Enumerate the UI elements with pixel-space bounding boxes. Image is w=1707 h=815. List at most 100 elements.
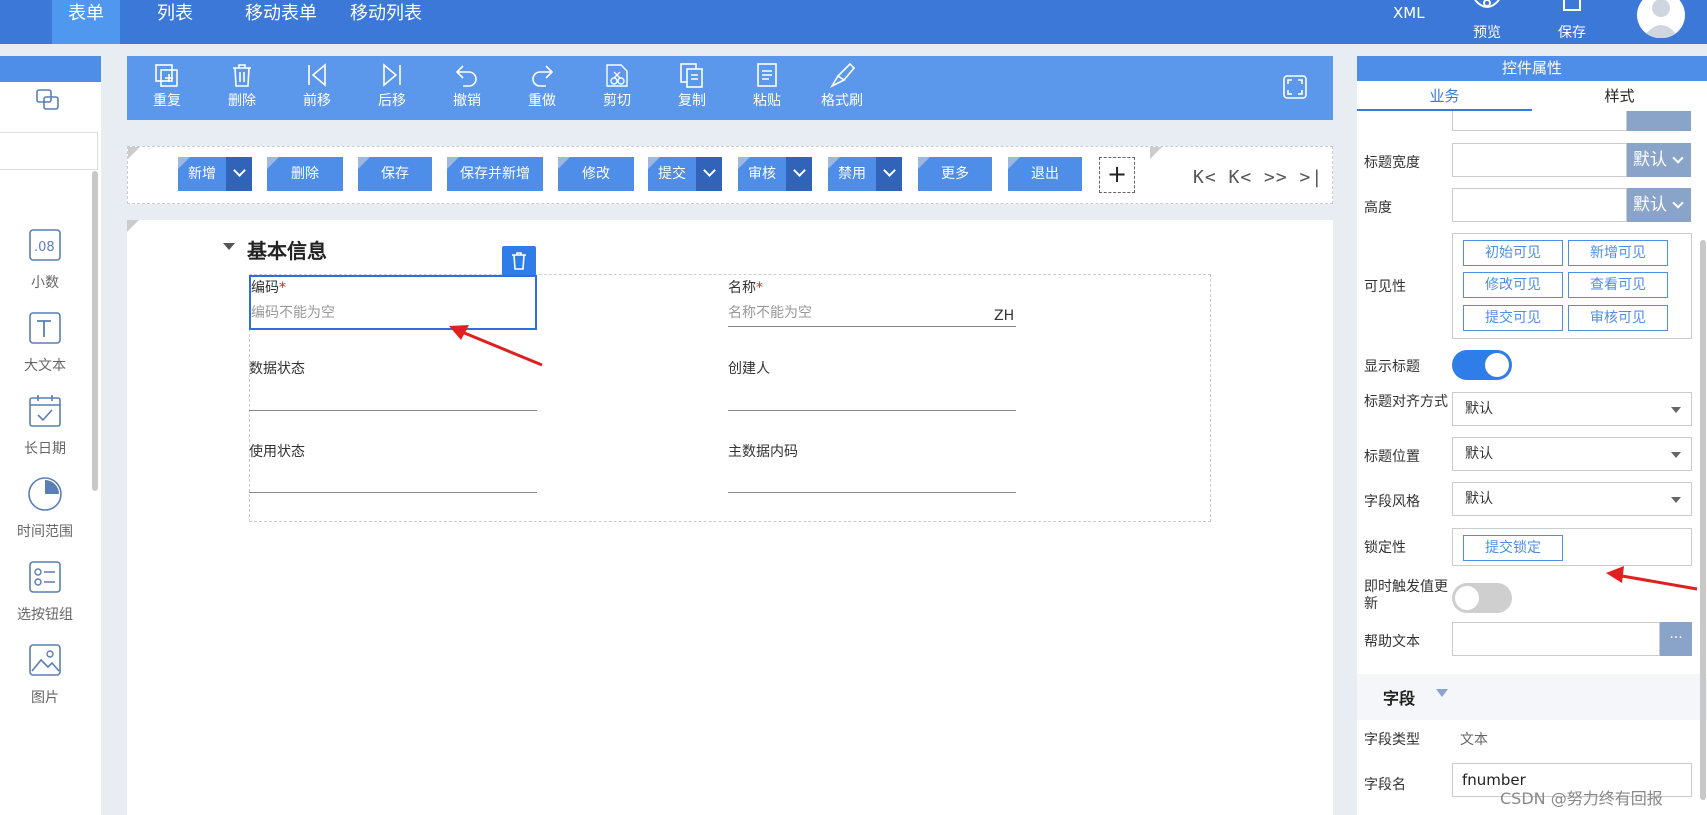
tab-form[interactable]: 表单 [52,0,120,44]
toolbar-label: 前移 [303,93,331,109]
visibility-modify[interactable]: 修改可见 [1463,272,1563,298]
height-input[interactable] [1452,188,1627,222]
redo-button[interactable]: 重做 [512,56,572,120]
submit-button[interactable]: 提交 [648,157,722,191]
corner-marker [178,157,190,169]
name-input[interactable]: 名称不能为空 [728,302,812,322]
undo-button[interactable]: 撤销 [437,56,497,120]
chevron-down-icon[interactable] [876,157,902,191]
watermark: CSDN @努力终有回报 [1500,789,1663,808]
repeat-button[interactable]: 重复 [137,56,197,120]
delete-action-button[interactable]: 删除 [267,157,343,191]
save-and-add-button[interactable]: 保存并新增 [447,157,543,191]
avatar[interactable] [1637,0,1685,38]
checkbox-group-icon [29,561,61,593]
corner-marker [828,157,840,169]
format-painter-button[interactable]: 格式刷 [812,56,872,120]
field-style-select[interactable]: 默认 [1452,482,1692,516]
pager[interactable]: K< K< >> >| [1193,167,1323,188]
delete-label: 删除 [291,166,319,182]
component-label: 小数 [31,275,59,291]
partial-input[interactable] [1452,111,1627,131]
component-panel: .08 小数 大文本 长日期 时间范围 选按钮组 图片 [0,56,101,815]
master-code-input[interactable] [728,492,1016,493]
help-more-button[interactable]: ··· [1660,622,1692,656]
tab-style[interactable]: 样式 [1532,81,1707,111]
move-forward-button[interactable]: 前移 [287,56,347,120]
copy-icon[interactable] [35,88,61,112]
add-button[interactable]: 新增 [178,157,252,191]
delete-field-button[interactable] [502,246,536,276]
tab-mobile-form[interactable]: 移动表单 [245,0,317,44]
paste-button[interactable]: 粘贴 [737,56,797,120]
audit-button[interactable]: 审核 [738,157,812,191]
title-position-select[interactable]: 默认 [1452,437,1692,471]
component-image[interactable]: 图片 [0,641,90,707]
preview-button[interactable]: 预览 [1470,0,1504,42]
component-time-range[interactable]: 时间范围 [0,475,90,541]
component-checkbox-group[interactable]: 选按钮组 [0,558,90,624]
cut-button[interactable]: 剪切 [587,56,647,120]
data-status-input[interactable] [249,410,537,411]
chevron-down-icon[interactable] [226,157,252,191]
toolbar-label: 重复 [153,93,181,109]
xml-button[interactable]: XML [1393,4,1425,22]
tab-business[interactable]: 业务 [1357,81,1532,111]
more-button[interactable]: 更多 [918,157,992,191]
visibility-add[interactable]: 新增可见 [1568,240,1668,266]
submit-label: 提交 [658,166,686,182]
collapse-icon[interactable] [223,243,235,250]
master-code-label: 主数据内码 [728,444,798,460]
component-label: 大文本 [24,358,66,374]
disable-button[interactable]: 禁用 [828,157,902,191]
left-scrollbar[interactable] [92,171,98,491]
fullscreen-icon[interactable] [1282,74,1308,100]
save-action-button[interactable]: 保存 [358,157,432,191]
title-width-unit-select[interactable]: 默认 [1627,143,1691,177]
copy-button[interactable]: 复制 [662,56,722,120]
undo-icon [455,65,477,87]
component-text[interactable]: 大文本 [0,309,90,375]
move-back-button[interactable]: 后移 [362,56,422,120]
component-decimal[interactable]: .08 小数 [0,226,90,292]
component-long-date[interactable]: 长日期 [0,392,90,458]
show-title-toggle[interactable] [1452,350,1512,380]
add-action-button[interactable]: + [1099,157,1135,193]
right-scrollbar[interactable] [1700,240,1706,800]
partial-default-select[interactable] [1627,111,1691,131]
instant-trigger-toggle[interactable] [1452,583,1512,613]
triangle-down-icon[interactable] [1436,689,1448,697]
delete-button[interactable]: 删除 [212,56,272,120]
chevron-down-icon [1672,197,1684,209]
modify-button[interactable]: 修改 [558,157,634,191]
title-align-select[interactable]: 默认 [1452,392,1692,426]
visibility-view[interactable]: 查看可见 [1568,272,1668,298]
chevron-down-icon[interactable] [786,157,812,191]
language-suffix[interactable]: ZH [994,308,1014,324]
modify-label: 修改 [582,166,610,182]
action-bar: 新增 删除 保存 保存并新增 修改 提交 审核 禁用 更多 退出 + K< K<… [127,146,1333,204]
property-panel-title: 控件属性 [1357,56,1707,81]
corner-marker [1150,147,1162,159]
creator-input[interactable] [728,410,1016,411]
visibility-submit[interactable]: 提交可见 [1463,305,1563,331]
component-label: 长日期 [24,441,66,457]
form-area: 基本信息 编码* 编码不能为空 名称* 名称不能为空 ZH 数据状态 创建人 使… [127,220,1333,815]
use-status-input[interactable] [249,492,537,493]
help-text-input[interactable] [1452,622,1660,656]
visibility-initial[interactable]: 初始可见 [1463,240,1563,266]
save-top-button[interactable]: 保存 [1555,0,1589,42]
code-label: 编码* [251,280,286,296]
chevron-down-icon[interactable] [696,157,722,191]
submit-lock-button[interactable]: 提交锁定 [1463,535,1563,561]
visibility-audit[interactable]: 审核可见 [1568,305,1668,331]
code-input[interactable]: 编码不能为空 [251,302,335,322]
tab-mobile-list[interactable]: 移动列表 [350,0,422,44]
component-label: 图片 [31,690,59,706]
field-style-label: 字段风格 [1364,494,1420,510]
tab-list[interactable]: 列表 [157,0,193,44]
exit-button[interactable]: 退出 [1008,157,1082,191]
component-search-input[interactable] [0,132,98,170]
title-width-input[interactable] [1452,143,1627,177]
height-unit-select[interactable]: 默认 [1627,188,1691,222]
